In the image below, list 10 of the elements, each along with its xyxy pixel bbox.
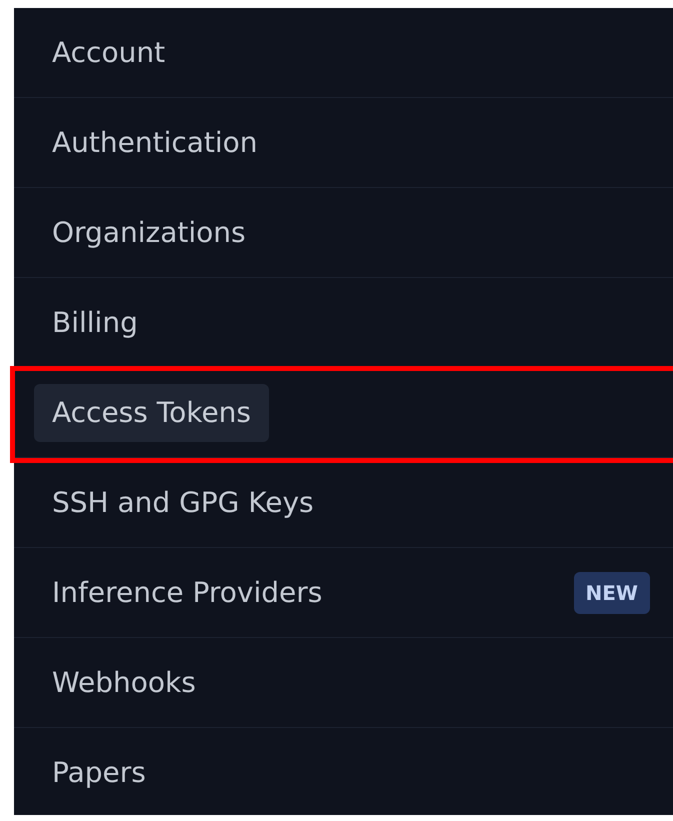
sidebar-item[interactable]: Webhooks <box>34 654 214 712</box>
sidebar-item[interactable]: Billing <box>34 294 156 352</box>
sidebar-item[interactable]: Papers <box>34 744 164 802</box>
sidebar-item[interactable]: Inference Providers <box>34 564 340 622</box>
new-badge: NEW <box>574 572 650 614</box>
sidebar-item[interactable]: SSH and GPG Keys <box>34 474 332 532</box>
sidebar-item[interactable]: Organizations <box>34 204 264 262</box>
sidebar-item[interactable]: Authentication <box>34 114 276 172</box>
sidebar-item[interactable]: Account <box>34 24 184 82</box>
sidebar-item[interactable]: Access Tokens <box>34 384 270 442</box>
